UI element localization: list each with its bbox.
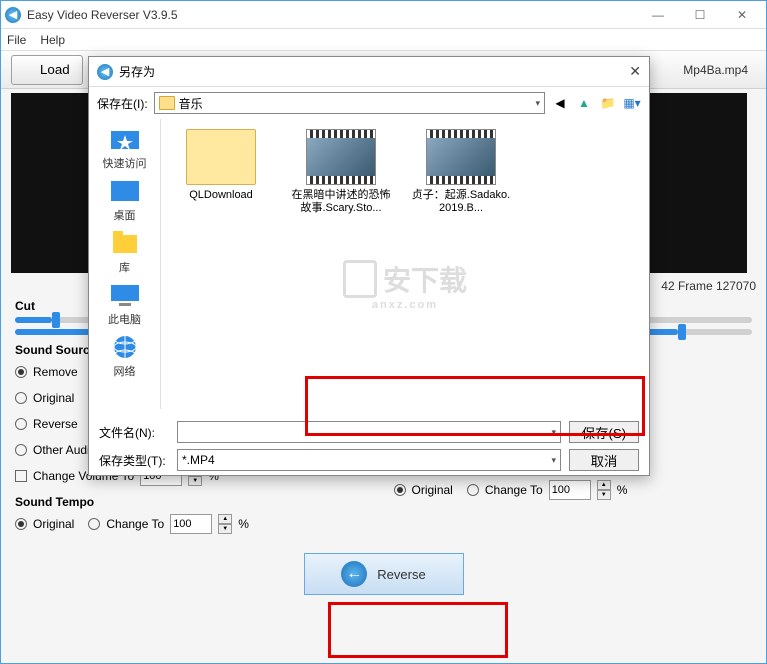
watermark-text: 安下载 (383, 259, 467, 299)
save-button[interactable]: 保存(S) (569, 421, 639, 443)
watermark: 安下载 anxz.com (343, 259, 467, 299)
save-in-combo[interactable]: 音乐 ▾ (154, 92, 545, 114)
cancel-button[interactable]: 取消 (569, 449, 639, 471)
load-button[interactable]: Load (11, 55, 83, 85)
save-dialog: ◀ 另存为 ✕ 保存在(I): 音乐 ▾ ◀ ▲ 📁 ▦▾ 快速访问 桌面 (88, 56, 650, 476)
video-thumb-icon (426, 129, 496, 185)
filename-input[interactable]: ▾ (177, 421, 561, 443)
menu-help[interactable]: Help (40, 33, 65, 47)
window-controls: — ☐ ✕ (638, 3, 762, 27)
place-libs-label: 库 (119, 259, 130, 275)
dialog-titlebar: ◀ 另存为 ✕ (89, 57, 649, 87)
place-quick-access[interactable]: 快速访问 (103, 125, 147, 171)
file-list[interactable]: QLDownload 在黑暗中讲述的恐怖故事.Scary.Sto... 贞子：起… (161, 119, 649, 409)
radio-tempo-change[interactable] (88, 518, 100, 530)
views-icon[interactable]: ▦▾ (623, 94, 641, 112)
file-name-1: QLDownload (189, 189, 253, 202)
quick-access-icon (107, 125, 143, 153)
libraries-icon (107, 229, 143, 257)
folder-icon (159, 96, 175, 110)
save-in-value: 音乐 (179, 95, 203, 112)
place-network[interactable]: 网络 (107, 333, 143, 379)
bag-icon (343, 260, 377, 298)
file-name-3: 贞子：起源.Sadako.2019.B... (411, 189, 511, 215)
watermark-sub: anxz.com (372, 299, 438, 311)
motion-pct: % (617, 483, 628, 497)
motion-input[interactable] (549, 480, 591, 500)
filename-label: 文件名(N): (99, 424, 169, 441)
frame-info: 42 Frame 127070 (661, 279, 756, 293)
radio-other-audio[interactable] (15, 444, 27, 456)
radio-remove[interactable] (15, 366, 27, 378)
new-folder-icon[interactable]: 📁 (599, 94, 617, 112)
sound-tempo-title: Sound Tempo (15, 495, 374, 509)
tempo-stepper[interactable]: ▲▼ (218, 514, 232, 534)
load-label: Load (40, 62, 70, 77)
app-icon: ◀ (5, 7, 21, 23)
network-icon (107, 333, 143, 361)
titlebar: ◀ Easy Video Reverser V3.9.5 — ☐ ✕ (1, 1, 766, 29)
chevron-down-icon: ▾ (551, 455, 556, 466)
place-pc-label: 此电脑 (108, 311, 141, 327)
file-item-video-1[interactable]: 在黑暗中讲述的恐怖故事.Scary.Sto... (291, 129, 391, 215)
file-item-video-2[interactable]: 贞子：起源.Sadako.2019.B... (411, 129, 511, 215)
file-name-2: 在黑暗中讲述的恐怖故事.Scary.Sto... (291, 189, 391, 215)
up-icon[interactable]: ▲ (575, 94, 593, 112)
dialog-close-button[interactable]: ✕ (629, 63, 641, 80)
reverse-area: ← Reverse (1, 543, 766, 605)
label-original-sound: Original (33, 391, 74, 405)
label-remove: Remove (33, 365, 78, 379)
desktop-icon (107, 177, 143, 205)
save-in-row: 保存在(I): 音乐 ▾ ◀ ▲ 📁 ▦▾ (89, 87, 649, 119)
tempo-input[interactable] (170, 514, 212, 534)
place-desktop[interactable]: 桌面 (107, 177, 143, 223)
radio-reverse-sound[interactable] (15, 418, 27, 430)
video-thumb-icon (306, 129, 376, 185)
dialog-body: 快速访问 桌面 库 此电脑 网络 QLDownload (89, 119, 649, 409)
reverse-label: Reverse (377, 567, 425, 582)
chevron-down-icon: ▾ (551, 427, 556, 438)
menubar: File Help (1, 29, 766, 51)
motion-stepper[interactable]: ▲▼ (597, 480, 611, 500)
radio-original-sound[interactable] (15, 392, 27, 404)
place-network-label: 网络 (114, 363, 136, 379)
check-change-volume[interactable] (15, 470, 27, 482)
maximize-button[interactable]: ☐ (680, 3, 720, 27)
place-this-pc[interactable]: 此电脑 (107, 281, 143, 327)
label-reverse-sound: Reverse (33, 417, 78, 431)
tempo-pct: % (238, 517, 249, 531)
minimize-button[interactable]: — (638, 3, 678, 27)
dialog-title: 另存为 (119, 63, 155, 80)
reverse-button[interactable]: ← Reverse (304, 553, 464, 595)
filetype-combo[interactable]: *.MP4 ▾ (177, 449, 561, 471)
pc-icon (107, 281, 143, 309)
chevron-down-icon: ▾ (535, 98, 540, 109)
dialog-icon: ◀ (97, 64, 113, 80)
close-button[interactable]: ✕ (722, 3, 762, 27)
label-tempo-change: Change To (106, 517, 164, 531)
file-item-folder[interactable]: QLDownload (171, 129, 271, 202)
label-tempo-original: Original (33, 517, 74, 531)
menu-file[interactable]: File (7, 33, 26, 47)
reverse-icon: ← (341, 561, 367, 587)
place-desktop-label: 桌面 (114, 207, 136, 223)
places-bar: 快速访问 桌面 库 此电脑 网络 (89, 119, 161, 409)
label-motion-original: Original (412, 483, 453, 497)
loaded-filename: Mp4Ba.mp4 (683, 63, 748, 77)
label-motion-change: Change To (485, 483, 543, 497)
window-title: Easy Video Reverser V3.9.5 (27, 8, 638, 22)
place-libraries[interactable]: 库 (107, 229, 143, 275)
back-icon[interactable]: ◀ (551, 94, 569, 112)
filetype-value: *.MP4 (182, 453, 215, 467)
folder-thumb-icon (186, 129, 256, 185)
radio-motion-change[interactable] (467, 484, 479, 496)
save-in-label: 保存在(I): (97, 95, 148, 112)
place-quick-label: 快速访问 (103, 155, 147, 171)
radio-motion-original[interactable] (394, 484, 406, 496)
filetype-label: 保存类型(T): (99, 452, 169, 469)
dialog-bottom: 文件名(N): ▾ 保存(S) 保存类型(T): *.MP4 ▾ 取消 (89, 409, 649, 483)
radio-tempo-original[interactable] (15, 518, 27, 530)
